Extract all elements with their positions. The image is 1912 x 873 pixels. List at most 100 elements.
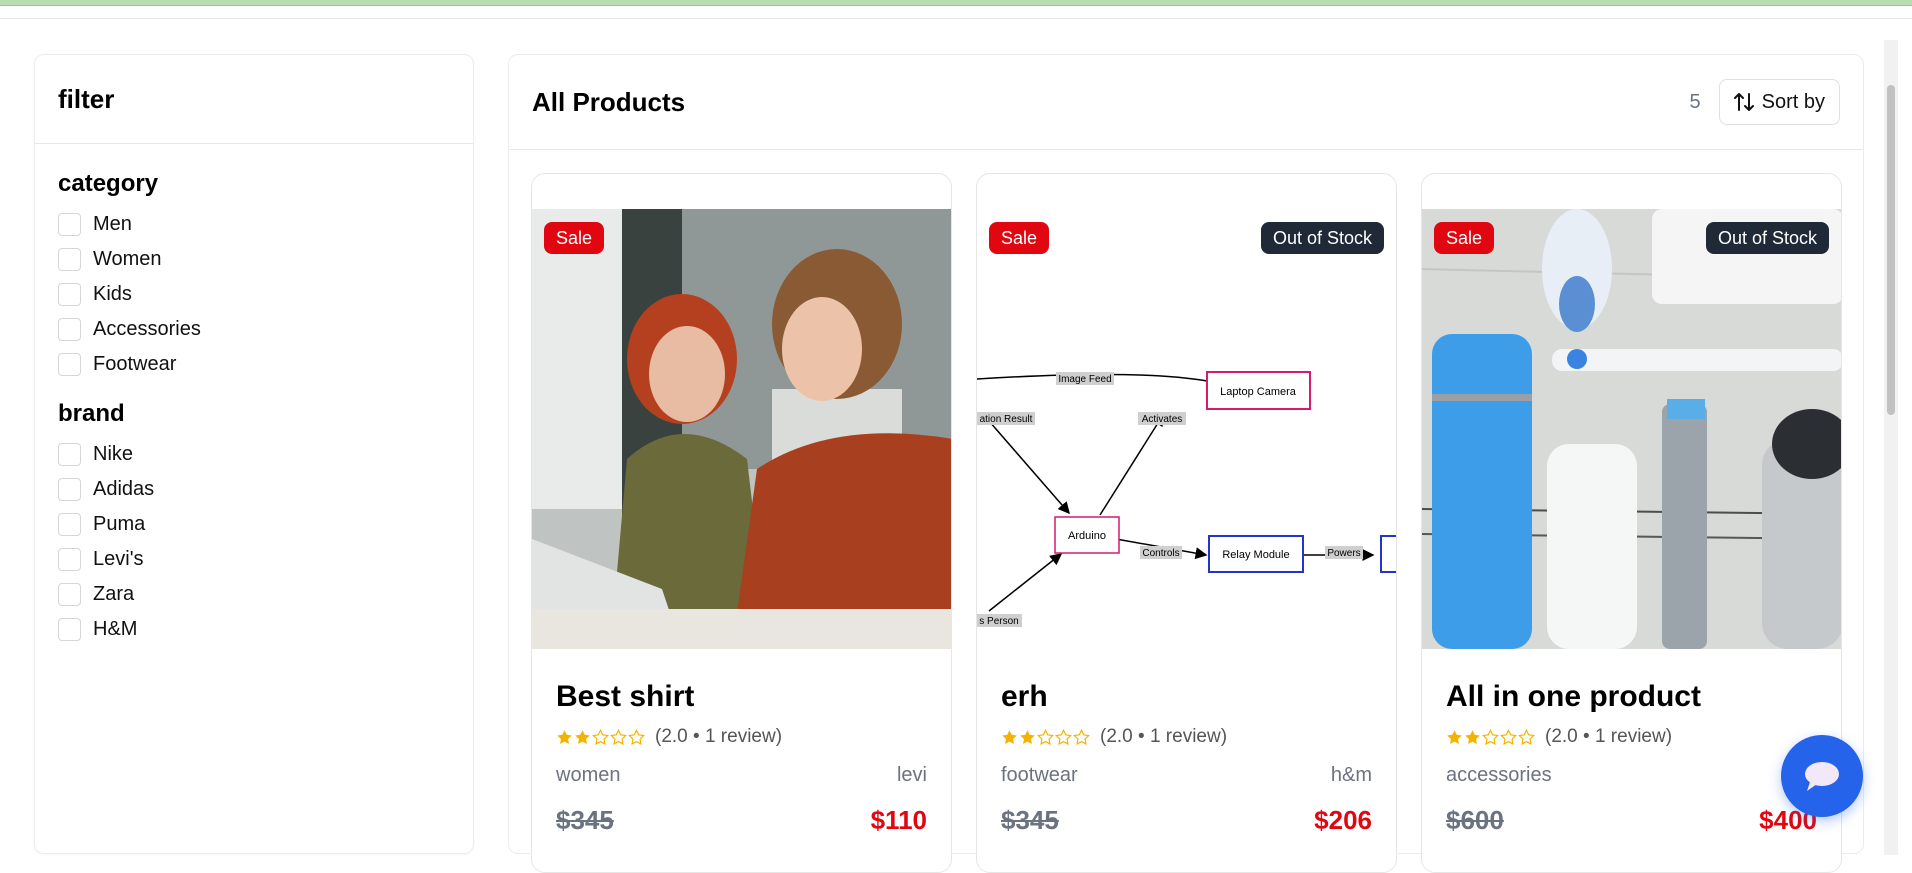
- scrollbar-thumb[interactable]: [1887, 85, 1895, 415]
- original-price: $600: [1446, 805, 1504, 835]
- product-meta: accessories h: [1446, 764, 1817, 787]
- product-brand: h&m: [1330, 764, 1372, 786]
- checkbox[interactable]: [58, 353, 81, 376]
- star-empty-icon: [628, 728, 645, 745]
- sale-price: $206: [1314, 805, 1372, 835]
- filter-option-women[interactable]: Women: [58, 242, 450, 277]
- star-rating: [1001, 728, 1090, 746]
- option-label: Nike: [93, 443, 134, 465]
- filter-option-puma[interactable]: Puma: [58, 507, 450, 542]
- product-card[interactable]: Sale Out of Stock Laptop Camera Arduino …: [976, 173, 1397, 873]
- product-image[interactable]: [1422, 209, 1841, 649]
- product-card[interactable]: Sale Out of Stock All in one product (2.…: [1421, 173, 1842, 873]
- star-filled-icon: [557, 729, 572, 744]
- filter-sidebar: filter category Men Women Kids Accessori…: [34, 54, 474, 854]
- filter-option-zara[interactable]: Zara: [58, 577, 450, 612]
- product-category: accessories: [1446, 764, 1552, 786]
- rating: (2.0 • 1 review): [1446, 726, 1817, 748]
- option-label: H&M: [93, 618, 138, 640]
- diagram-node: Arduino: [1068, 530, 1106, 542]
- diagram-node: Laptop Camera: [1220, 386, 1297, 398]
- star-empty-icon: [592, 728, 609, 745]
- option-label: Women: [93, 248, 162, 270]
- product-prices: $345 $110: [556, 805, 927, 836]
- filter-group-title: category: [58, 170, 159, 197]
- product-count: 5: [1689, 90, 1701, 113]
- product-info: All in one product (2.0 • 1 review) acce…: [1446, 680, 1817, 836]
- filter-option-kids[interactable]: Kids: [58, 277, 450, 312]
- sort-label: Sort by: [1761, 90, 1825, 113]
- product-category: women: [556, 764, 621, 786]
- rating: (2.0 • 1 review): [1001, 726, 1372, 748]
- product-brand: levi: [896, 764, 927, 786]
- sort-icon: [1733, 93, 1754, 111]
- diagram-node: Relay Module: [1222, 549, 1289, 561]
- star-empty-icon: [1482, 728, 1499, 745]
- checkbox[interactable]: [58, 318, 81, 341]
- product-image[interactable]: Laptop Camera Arduino Relay Module Image…: [977, 209, 1396, 649]
- checkbox[interactable]: [58, 583, 81, 606]
- sale-badge: Sale: [544, 222, 605, 254]
- checkbox[interactable]: [58, 548, 81, 571]
- filter-group-title: brand: [58, 400, 125, 427]
- product-name[interactable]: Best shirt: [556, 680, 927, 714]
- products-panel: All Products 5 Sort by Sale Best shirt (…: [508, 54, 1864, 873]
- product-prices: $345 $206: [1001, 805, 1372, 836]
- diagram-edge-label: s Person: [979, 616, 1018, 627]
- out-of-stock-badge: Out of Stock: [1260, 222, 1384, 254]
- option-label: Footwear: [93, 353, 177, 375]
- diagram-edge-label: ation Result: [980, 414, 1033, 425]
- products-header: All Products 5 Sort by: [509, 55, 1863, 150]
- rating: (2.0 • 1 review): [556, 726, 927, 748]
- checkbox[interactable]: [58, 283, 81, 306]
- filter-option-hm[interactable]: H&M: [58, 612, 450, 647]
- option-label: Men: [93, 213, 132, 235]
- product-grid: Sale Best shirt (2.0 • 1 review) women l…: [531, 173, 1842, 873]
- option-label: Accessories: [93, 318, 201, 340]
- product-meta: women levi: [556, 764, 927, 787]
- star-filled-icon: [575, 729, 590, 744]
- filter-option-levis[interactable]: Levi's: [58, 542, 450, 577]
- product-card[interactable]: Sale Best shirt (2.0 • 1 review) women l…: [531, 173, 952, 873]
- product-name[interactable]: All in one product: [1446, 680, 1817, 714]
- rating-text: (2.0 • 1 review): [1545, 726, 1673, 747]
- filter-option-nike[interactable]: Nike: [58, 437, 450, 472]
- toiletries-photo-image: [1422, 209, 1841, 649]
- rating-text: (2.0 • 1 review): [655, 726, 783, 747]
- browser-top-strip: [0, 0, 1912, 19]
- option-label: Zara: [93, 583, 135, 605]
- checkbox[interactable]: [58, 513, 81, 536]
- product-prices: $600 $400: [1446, 805, 1817, 836]
- filter-option-adidas[interactable]: Adidas: [58, 472, 450, 507]
- diagram-edge-label: Image Feed: [1058, 374, 1111, 385]
- diagram-edge-label: Powers: [1327, 548, 1360, 559]
- star-rating: [1446, 728, 1535, 746]
- sale-badge: Sale: [1434, 222, 1495, 254]
- checkbox[interactable]: [58, 248, 81, 271]
- checkbox[interactable]: [58, 478, 81, 501]
- star-empty-icon: [1055, 728, 1072, 745]
- checkbox[interactable]: [58, 618, 81, 641]
- option-label: Kids: [93, 283, 132, 305]
- page-scrollbar[interactable]: [1884, 40, 1898, 855]
- product-name[interactable]: erh: [1001, 680, 1372, 714]
- diagram-edge-label: Activates: [1142, 414, 1183, 425]
- chat-button[interactable]: [1781, 735, 1863, 817]
- product-info: Best shirt (2.0 • 1 review) women levi $…: [556, 680, 927, 836]
- product-image[interactable]: [532, 209, 951, 649]
- filter-option-footwear[interactable]: Footwear: [58, 347, 450, 382]
- office-photo-image: [532, 209, 951, 649]
- original-price: $345: [1001, 805, 1059, 835]
- filter-option-men[interactable]: Men: [58, 207, 450, 242]
- filter-group-category: category Men Women Kids Accessories Foot…: [58, 170, 450, 382]
- sale-badge: Sale: [989, 222, 1050, 254]
- checkbox[interactable]: [58, 443, 81, 466]
- filter-option-accessories[interactable]: Accessories: [58, 312, 450, 347]
- product-info: erh (2.0 • 1 review) footwear h&m $345 $…: [1001, 680, 1372, 836]
- checkbox[interactable]: [58, 213, 81, 236]
- out-of-stock-badge: Out of Stock: [1705, 222, 1829, 254]
- star-filled-icon: [1447, 729, 1462, 744]
- sort-button[interactable]: Sort by: [1718, 79, 1840, 125]
- rating-text: (2.0 • 1 review): [1100, 726, 1228, 747]
- star-empty-icon: [1500, 728, 1517, 745]
